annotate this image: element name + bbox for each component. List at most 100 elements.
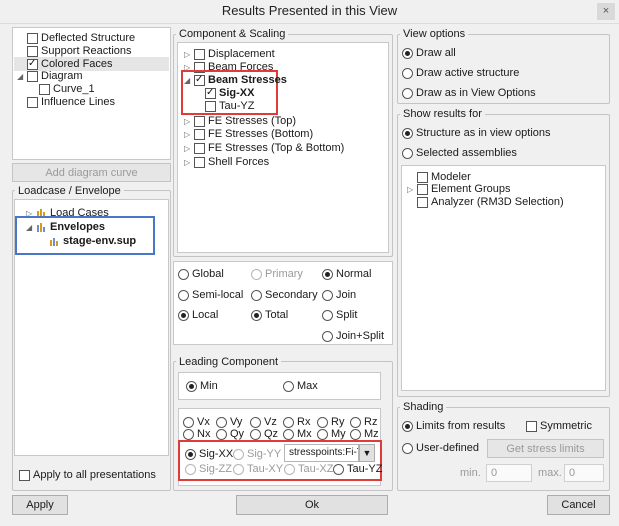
tree-item-tau-yz[interactable]: Tau-YZ [205, 100, 254, 113]
checkbox-displacement[interactable] [194, 49, 205, 60]
radio-ry-dot[interactable] [317, 417, 328, 428]
radio-secondary-dot[interactable] [251, 290, 262, 301]
min-input[interactable]: 0 [486, 464, 532, 482]
get-stress-limits-button[interactable]: Get stress limits [487, 439, 604, 458]
radio-sig-zz[interactable]: Sig-ZZ [185, 463, 232, 476]
checkbox-colored-faces[interactable] [27, 58, 38, 70]
checkbox-apply-all[interactable] [19, 470, 30, 481]
tree-item-fe-top-bottom[interactable]: ▷ FE Stresses (Top & Bottom) [184, 142, 344, 155]
cancel-button[interactable]: Cancel [547, 495, 610, 515]
radio-join[interactable]: Join [322, 289, 356, 302]
checkbox-tau-yz[interactable] [205, 101, 216, 112]
checkbox-deflected[interactable] [27, 33, 38, 44]
radio-primary-dot[interactable] [251, 269, 262, 280]
stresspoint-select[interactable]: stresspoints:Fi-T [284, 444, 359, 462]
radio-draw-all[interactable]: Draw all [402, 47, 456, 60]
radio-sig-yy[interactable]: Sig-YY [233, 448, 281, 461]
close-button[interactable]: × [597, 3, 615, 20]
radio-draw-active-dot[interactable] [402, 68, 413, 79]
checkbox-modeler[interactable] [417, 172, 428, 183]
apply-button[interactable]: Apply [12, 495, 68, 515]
radio-limits-results[interactable]: Limits from results [402, 420, 505, 433]
tree-item-stage-env[interactable]: stage-env.sup [49, 235, 136, 248]
radio-tau-xy-dot[interactable] [233, 464, 244, 475]
radio-max-dot[interactable] [283, 381, 294, 392]
radio-local[interactable]: Local [178, 309, 218, 322]
radio-max[interactable]: Max [283, 380, 318, 393]
radio-mx-dot[interactable] [283, 429, 294, 440]
radio-selected-assemblies-dot[interactable] [402, 148, 413, 159]
expand-arrow-icon[interactable]: ▷ [184, 128, 194, 141]
radio-normal[interactable]: Normal [322, 268, 371, 281]
tree-item-displacement[interactable]: ▷ Displacement [184, 48, 275, 61]
radio-sig-xx[interactable]: Sig-XX [185, 448, 233, 461]
radio-rx-dot[interactable] [283, 417, 294, 428]
stresspoint-dropdown-button[interactable]: ▼ [359, 444, 375, 462]
checkbox-sig-xx[interactable] [205, 87, 216, 99]
checkbox-support[interactable] [27, 46, 38, 57]
radio-global[interactable]: Global [178, 268, 224, 281]
expand-arrow-icon[interactable]: ▷ [184, 115, 194, 128]
radio-join-split-dot[interactable] [322, 331, 333, 342]
radio-my-dot[interactable] [317, 429, 328, 440]
checkbox-influence[interactable] [27, 97, 38, 108]
checkbox-element-groups[interactable] [417, 184, 428, 195]
tree-item-shell-forces[interactable]: ▷ Shell Forces [184, 156, 269, 169]
radio-min-dot[interactable] [186, 381, 197, 392]
add-diagram-curve-button[interactable]: Add diagram curve [12, 163, 171, 182]
tree-item-beam-stresses[interactable]: ◢Beam Stresses [184, 74, 287, 87]
checkbox-beam-stresses[interactable] [194, 74, 205, 86]
radio-rz-dot[interactable] [350, 417, 361, 428]
expand-arrow-icon[interactable]: ▷ [184, 142, 194, 155]
radio-primary[interactable]: Primary [251, 268, 303, 281]
checkbox-fe-top[interactable] [194, 116, 205, 127]
radio-mz-dot[interactable] [350, 429, 361, 440]
radio-draw-as[interactable]: Draw as in View Options [402, 87, 536, 100]
checkbox-diagram[interactable] [27, 71, 38, 82]
radio-split[interactable]: Split [322, 309, 357, 322]
radio-global-dot[interactable] [178, 269, 189, 280]
radio-join-dot[interactable] [322, 290, 333, 301]
expand-arrow-icon[interactable]: ▷ [407, 183, 417, 196]
max-input[interactable]: 0 [564, 464, 604, 482]
radio-qy-dot[interactable] [216, 429, 227, 440]
radio-tau-xz[interactable]: Tau-XZ [284, 463, 333, 476]
checkbox-curve[interactable] [39, 84, 50, 95]
checkbox-fe-top-bottom[interactable] [194, 143, 205, 154]
radio-total[interactable]: Total [251, 309, 288, 322]
tree-item-analyzer[interactable]: Analyzer (RM3D Selection) [417, 196, 564, 209]
radio-secondary[interactable]: Secondary [251, 289, 318, 302]
radio-sig-zz-dot[interactable] [185, 464, 196, 475]
radio-tau-yz[interactable]: Tau-YZ [333, 463, 382, 476]
radio-semi-local[interactable]: Semi-local [178, 289, 243, 302]
radio-user-defined-dot[interactable] [402, 443, 413, 454]
checkbox-shell-forces[interactable] [194, 157, 205, 168]
radio-normal-dot[interactable] [322, 269, 333, 280]
ok-button[interactable]: Ok [236, 495, 388, 515]
expand-arrow-icon[interactable]: ▷ [184, 156, 194, 169]
radio-total-dot[interactable] [251, 310, 262, 321]
tree-item-deflected[interactable]: Deflected Structure [27, 32, 135, 45]
radio-sig-yy-dot[interactable] [233, 449, 244, 460]
checkbox-symmetric[interactable] [526, 421, 537, 432]
checkbox-fe-bottom[interactable] [194, 129, 205, 140]
radio-split-dot[interactable] [322, 310, 333, 321]
radio-min[interactable]: Min [186, 380, 218, 393]
collapse-arrow-icon[interactable]: ◢ [26, 221, 36, 234]
tree-item-element-groups[interactable]: ▷ Element Groups [407, 183, 510, 196]
tree-item-curve[interactable]: Curve_1 [39, 83, 95, 96]
radio-local-dot[interactable] [178, 310, 189, 321]
collapse-arrow-icon[interactable]: ◢ [184, 74, 194, 87]
radio-user-defined[interactable]: User-defined [402, 442, 479, 455]
radio-structure-view-dot[interactable] [402, 128, 413, 139]
tree-item-sig-xx[interactable]: Sig-XX [205, 87, 254, 100]
radio-join-split[interactable]: Join+Split [322, 330, 384, 343]
radio-selected-assemblies[interactable]: Selected assemblies [402, 147, 517, 160]
tree-item-envelopes[interactable]: ◢ Envelopes [26, 221, 105, 234]
radio-sig-xx-dot[interactable] [185, 449, 196, 460]
radio-nx-dot[interactable] [183, 429, 194, 440]
expand-arrow-icon[interactable]: ▷ [184, 48, 194, 61]
radio-tau-xy[interactable]: Tau-XY [233, 463, 283, 476]
tree-item-colored-faces[interactable]: Colored Faces [14, 57, 169, 71]
radio-draw-all-dot[interactable] [402, 48, 413, 59]
